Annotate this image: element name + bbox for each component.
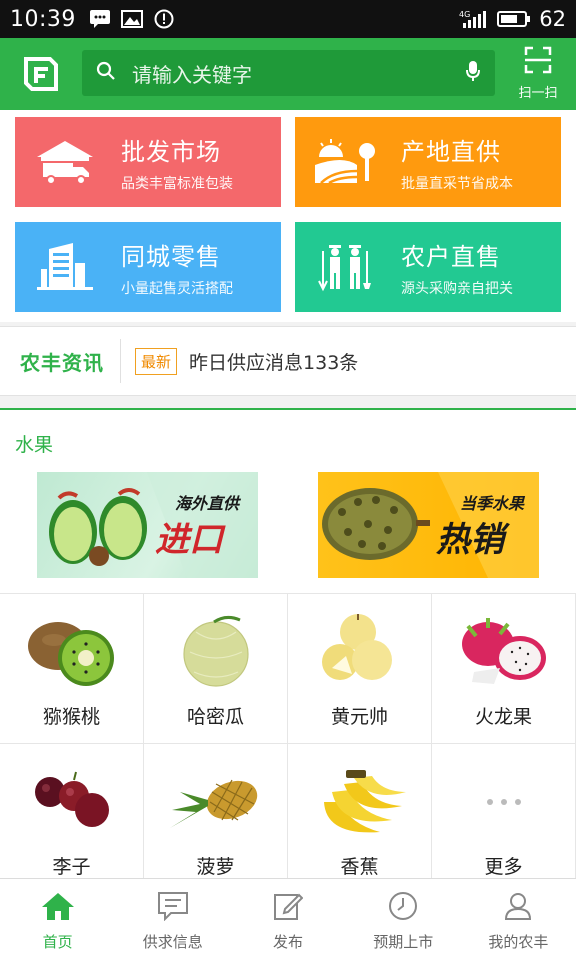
search-bar[interactable]: 请输入关键字 — [82, 50, 495, 96]
tile-subtitle: 品类丰富标准包装 — [121, 175, 233, 192]
battery-level: 62 — [539, 7, 566, 31]
tab-my-nongfeng[interactable]: 我的农丰 — [461, 879, 576, 960]
tile-subtitle: 源头采购亲自把关 — [401, 280, 513, 297]
home-icon — [41, 891, 75, 925]
tab-home[interactable]: 首页 — [0, 879, 115, 960]
fruit-name: 香蕉 — [340, 856, 379, 878]
fruit-name: 黄元帅 — [330, 706, 388, 728]
fruit-name: 菠萝 — [196, 856, 235, 878]
bottom-tab-bar: 首页 供求信息 发布 预期上市 我的农丰 — [0, 878, 576, 960]
category-tiles: 批发市场 品类丰富标准包装 产地直供 批量直采节省成本 同城零售 小量起售灵活搭… — [0, 110, 576, 322]
dragon-fruit-image — [462, 618, 546, 684]
hami-melon-image — [183, 615, 249, 687]
truck-warehouse-icon — [15, 117, 115, 207]
microphone-icon[interactable] — [465, 60, 481, 86]
banner-tag-small: 当季水果 — [460, 494, 525, 513]
fruit-item-pineapple[interactable]: 菠萝 — [144, 744, 288, 894]
tile-origin-supply[interactable]: 产地直供 批量直采节省成本 — [295, 117, 561, 207]
banner-tag-big: 热销 — [436, 520, 504, 560]
tile-subtitle: 小量起售灵活搭配 — [121, 280, 233, 297]
tile-title: 产地直供 — [401, 137, 501, 166]
fruit-item-hami-melon[interactable]: 哈密瓜 — [144, 594, 288, 744]
banner-tag-big: 进口 — [155, 520, 223, 560]
tab-label: 供求信息 — [142, 933, 203, 951]
tile-subtitle: 批量直采节省成本 — [401, 175, 513, 192]
tile-wholesale-market[interactable]: 批发市场 品类丰富标准包装 — [15, 117, 281, 207]
tab-supply-demand[interactable]: 供求信息 — [115, 879, 230, 960]
tab-label: 发布 — [273, 933, 304, 951]
edit-icon — [273, 891, 304, 925]
pineapple-image — [170, 779, 258, 828]
image-notification-icon — [120, 8, 144, 30]
plum-image — [35, 771, 109, 827]
search-input[interactable]: 请输入关键字 — [132, 59, 465, 88]
fruit-item-banana[interactable]: 香蕉 — [288, 744, 432, 894]
news-message[interactable]: 昨日供应消息133条 — [189, 348, 358, 375]
news-ticker[interactable]: 农丰资讯 最新 昨日供应消息133条 — [0, 326, 576, 396]
message-icon — [157, 891, 189, 925]
fruit-name: 火龙果 — [474, 706, 532, 728]
signal-icon: 4G — [459, 8, 489, 30]
banner-tag-small: 海外直供 — [175, 494, 240, 513]
clock-icon — [388, 891, 418, 925]
status-time: 10:39 — [10, 6, 76, 32]
fruit-item-more[interactable]: 更多 — [432, 744, 576, 894]
tab-label: 我的农丰 — [488, 933, 549, 951]
app-header: 请输入关键字 扫一扫 — [0, 38, 576, 110]
fruit-item-plum[interactable]: 李子 — [0, 744, 144, 894]
banner-imported[interactable]: 海外直供 进口 — [37, 472, 258, 578]
news-brand: 农丰资讯 — [20, 350, 104, 375]
section-title[interactable]: 水果 — [15, 430, 53, 457]
tile-local-retail[interactable]: 同城零售 小量起售灵活搭配 — [15, 222, 281, 312]
scan-button[interactable]: 扫一扫 — [514, 46, 562, 102]
tile-title: 农户直售 — [401, 242, 501, 271]
fruit-item-golden-apple[interactable]: 黄元帅 — [288, 594, 432, 744]
fruit-grid: 猕猴桃 哈密瓜 黄元帅 火龙果 李子 菠萝 香蕉 更多 — [0, 593, 576, 894]
tab-label: 首页 — [42, 933, 73, 951]
network-label: 4G — [459, 10, 470, 19]
avocado-image — [49, 472, 258, 578]
fruit-name: 哈密瓜 — [186, 706, 244, 728]
news-divider — [120, 339, 121, 383]
banana-image — [324, 770, 406, 833]
fruit-item-kiwi[interactable]: 猕猴桃 — [0, 594, 144, 744]
scan-icon — [524, 46, 552, 78]
fruit-name: 猕猴桃 — [42, 706, 100, 728]
tile-farmer-direct[interactable]: 农户直售 源头采购亲自把关 — [295, 222, 561, 312]
chat-notification-icon — [88, 8, 112, 30]
battery-icon — [497, 8, 531, 30]
search-icon — [96, 61, 116, 85]
status-bar: 10:39 4G 62 — [0, 0, 576, 38]
alert-notification-icon — [152, 8, 176, 30]
tab-label: 预期上市 — [373, 933, 434, 951]
news-badge: 最新 — [135, 347, 178, 375]
more-dots-icon — [487, 799, 521, 805]
scan-label: 扫一扫 — [518, 86, 558, 101]
tab-expected-market[interactable]: 预期上市 — [346, 879, 461, 960]
fruit-item-dragon-fruit[interactable]: 火龙果 — [432, 594, 576, 744]
user-icon — [503, 891, 533, 925]
fruit-section: 水果 海外直供 进口 当季水果 热销 猕猴桃 哈密瓜 黄元帅 火龙果 李子 菠萝… — [0, 408, 576, 894]
farm-field-icon — [295, 117, 395, 207]
tab-publish[interactable]: 发布 — [230, 879, 345, 960]
kiwi-image — [28, 622, 114, 686]
app-logo-icon — [20, 53, 62, 95]
durian-image — [322, 472, 539, 578]
fruit-name: 李子 — [52, 856, 91, 878]
tile-title: 同城零售 — [121, 242, 221, 271]
tile-title: 批发市场 — [121, 137, 221, 166]
city-building-icon — [15, 222, 115, 312]
banner-seasonal[interactable]: 当季水果 热销 — [318, 472, 539, 578]
fruit-name: 更多 — [484, 856, 523, 878]
golden-apple-image — [322, 614, 392, 680]
farmers-icon — [295, 222, 395, 312]
